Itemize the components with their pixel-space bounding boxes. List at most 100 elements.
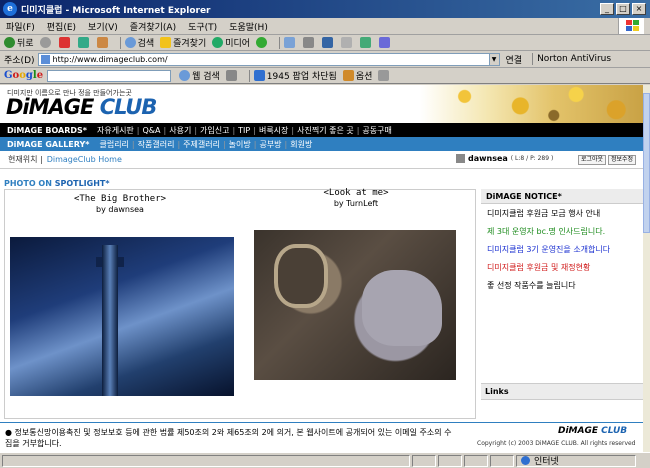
home-button[interactable] bbox=[96, 37, 110, 48]
globe-icon bbox=[521, 456, 530, 465]
forward-arrow-icon bbox=[39, 37, 51, 48]
nav-qna[interactable]: Q&A bbox=[141, 126, 163, 135]
messenger-button[interactable] bbox=[360, 37, 373, 48]
research-icon bbox=[379, 37, 391, 48]
back-label: 뒤로 bbox=[17, 39, 34, 49]
favorites-button[interactable]: 즐겨찾기 bbox=[160, 36, 206, 49]
search-button[interactable]: 검색 bbox=[124, 36, 154, 49]
menu-tools[interactable]: 도구(T) bbox=[182, 20, 223, 33]
photo-look-at-me[interactable] bbox=[254, 230, 456, 380]
popup-blocker-button[interactable]: 1945 팝업 차단됨 bbox=[253, 69, 337, 82]
mail-button[interactable] bbox=[284, 37, 297, 48]
maximize-button[interactable]: □ bbox=[616, 3, 630, 15]
toolbar-separator bbox=[119, 36, 121, 49]
status-bar: 인터넷 bbox=[0, 452, 650, 468]
nav-free-board[interactable]: 자유게시판 bbox=[95, 125, 136, 136]
edit-info-button[interactable]: 정보수정 bbox=[608, 155, 637, 165]
print-button[interactable] bbox=[303, 37, 316, 48]
boards-nav-label: DiMAGE BOARDS* bbox=[7, 125, 87, 135]
nav-works-gallery[interactable]: 작품갤러리 bbox=[136, 139, 177, 150]
menu-help[interactable]: 도움말(H) bbox=[223, 20, 274, 33]
nav-club-gallery[interactable]: 클럽리리 bbox=[97, 139, 130, 150]
address-bar: 주소(D) http://www.dimageclub.com/ ▼ 연결 No… bbox=[0, 51, 650, 68]
google-separator bbox=[248, 69, 250, 82]
mail-icon bbox=[284, 37, 296, 48]
logo-club: CLUB bbox=[99, 95, 158, 119]
scrollbar-thumb[interactable] bbox=[643, 93, 650, 233]
refresh-button[interactable] bbox=[77, 37, 91, 48]
logo-main: DiMAGE bbox=[6, 95, 100, 119]
nav-join-report[interactable]: 가입신고 bbox=[198, 125, 231, 136]
home-icon bbox=[96, 37, 108, 48]
options-label: 옵션 bbox=[355, 72, 373, 82]
messenger-icon bbox=[360, 37, 372, 48]
nav-tip[interactable]: TIP bbox=[236, 126, 252, 135]
research-button[interactable] bbox=[379, 37, 392, 48]
photo-title[interactable]: <Look at me> bbox=[281, 188, 431, 198]
address-input[interactable]: http://www.dimageclub.com/ bbox=[37, 52, 490, 66]
go-button[interactable]: 연결 bbox=[506, 53, 523, 66]
menu-favorites[interactable]: 즐겨찾기(A) bbox=[124, 20, 182, 33]
back-arrow-icon bbox=[4, 37, 15, 48]
toolbar-separator bbox=[279, 36, 281, 49]
close-button[interactable]: × bbox=[632, 3, 646, 15]
user-info: dawnsea ( L:8 / P: 289 ) bbox=[456, 154, 553, 163]
media-label: 미디어 bbox=[225, 39, 251, 49]
discuss-button[interactable] bbox=[341, 37, 354, 48]
google-logo[interactable]: Google bbox=[4, 70, 43, 81]
menu-file[interactable]: 파일(F) bbox=[0, 20, 41, 33]
status-cell bbox=[438, 454, 462, 467]
search-icon bbox=[124, 37, 136, 48]
user-icon bbox=[456, 154, 465, 163]
nav-playroom[interactable]: 놀이방 bbox=[227, 139, 253, 150]
photo-big-brother[interactable] bbox=[10, 237, 234, 396]
history-button[interactable] bbox=[256, 37, 269, 48]
notice-item[interactable]: 디미지클럽 후원금 모금 행사 안내 bbox=[487, 208, 637, 219]
google-search-input[interactable] bbox=[47, 69, 172, 82]
notice-item[interactable]: 좋 선정 작품수를 늘립니다 bbox=[487, 280, 637, 291]
google-highlight-button[interactable] bbox=[378, 70, 391, 81]
links-header: Links bbox=[481, 383, 643, 400]
back-button[interactable]: 뒤로 bbox=[4, 36, 34, 49]
media-button[interactable]: 미디어 bbox=[212, 36, 250, 49]
nav-theme-gallery[interactable]: 주제갤러리 bbox=[181, 139, 222, 150]
nav-photo-spots[interactable]: 사진찍기 좋은 곳 bbox=[295, 125, 356, 136]
breadcrumb-home-link[interactable]: DimageClub Home bbox=[47, 155, 122, 164]
notice-item[interactable]: 제 3대 운영자 bc.명 인사드립니다. bbox=[487, 226, 637, 237]
nav-group-buy[interactable]: 공동구매 bbox=[360, 125, 393, 136]
menu-edit[interactable]: 편집(E) bbox=[41, 20, 82, 33]
user-name: dawnsea bbox=[468, 154, 508, 163]
pen-icon bbox=[378, 70, 390, 81]
nav-review[interactable]: 사용기 bbox=[167, 125, 193, 136]
status-cell bbox=[412, 454, 436, 467]
footer-copyright: Copyright (c) 2003 DiMAGE CLUB. All righ… bbox=[477, 440, 636, 447]
footer-logo: DiMAGE CLUB bbox=[558, 426, 628, 436]
google-news-button[interactable] bbox=[225, 70, 239, 81]
logout-button[interactable]: 로그아웃 bbox=[578, 155, 607, 165]
nav-study-room[interactable]: 공부방 bbox=[257, 139, 283, 150]
notice-header: DiMAGE NOTICE* bbox=[481, 189, 643, 204]
address-dropdown-button[interactable]: ▼ bbox=[489, 52, 500, 66]
minimize-button[interactable]: _ bbox=[600, 3, 614, 15]
gallery-nav: DiMAGE GALLERY* 클럽리리 | 작품갤러리 | 주제갤러리 | 놀이방 |… bbox=[0, 137, 643, 151]
google-web-search-button[interactable]: 웹 검색 bbox=[179, 69, 220, 82]
stop-button[interactable] bbox=[58, 37, 72, 48]
site-logo[interactable]: DiMAGE CLUB bbox=[6, 95, 158, 119]
page-icon bbox=[40, 54, 50, 64]
vertical-scrollbar[interactable] bbox=[643, 85, 650, 452]
menu-bar: 파일(F) 편집(E) 보기(V) 즐겨찾기(A) 도구(T) 도움말(H) bbox=[0, 18, 650, 35]
title-bar: e 디미지클럽 - Microsoft Internet Explorer _ … bbox=[0, 0, 650, 18]
menu-view[interactable]: 보기(V) bbox=[82, 20, 124, 33]
gallery-nav-label: DiMAGE GALLERY* bbox=[7, 139, 90, 149]
norton-antivirus-label[interactable]: Norton AntiVirus bbox=[537, 54, 611, 64]
photo-title[interactable]: <The Big Brother> bbox=[45, 194, 195, 204]
edit-button[interactable] bbox=[322, 37, 335, 48]
notice-item[interactable]: 디미지클럽 후원금 및 재정현황 bbox=[487, 262, 637, 273]
breadcrumb-label: 현재위치 | bbox=[8, 155, 43, 164]
forward-button[interactable] bbox=[39, 37, 53, 48]
nav-member-room[interactable]: 회원방 bbox=[288, 139, 314, 150]
nav-flea-market[interactable]: 벼룩시장 bbox=[257, 125, 290, 136]
notice-item[interactable]: 디미지클럽 3기 운영진을 소개합니다 bbox=[487, 244, 637, 255]
status-cell bbox=[490, 454, 514, 467]
google-options-button[interactable]: 옵션 bbox=[342, 69, 373, 82]
